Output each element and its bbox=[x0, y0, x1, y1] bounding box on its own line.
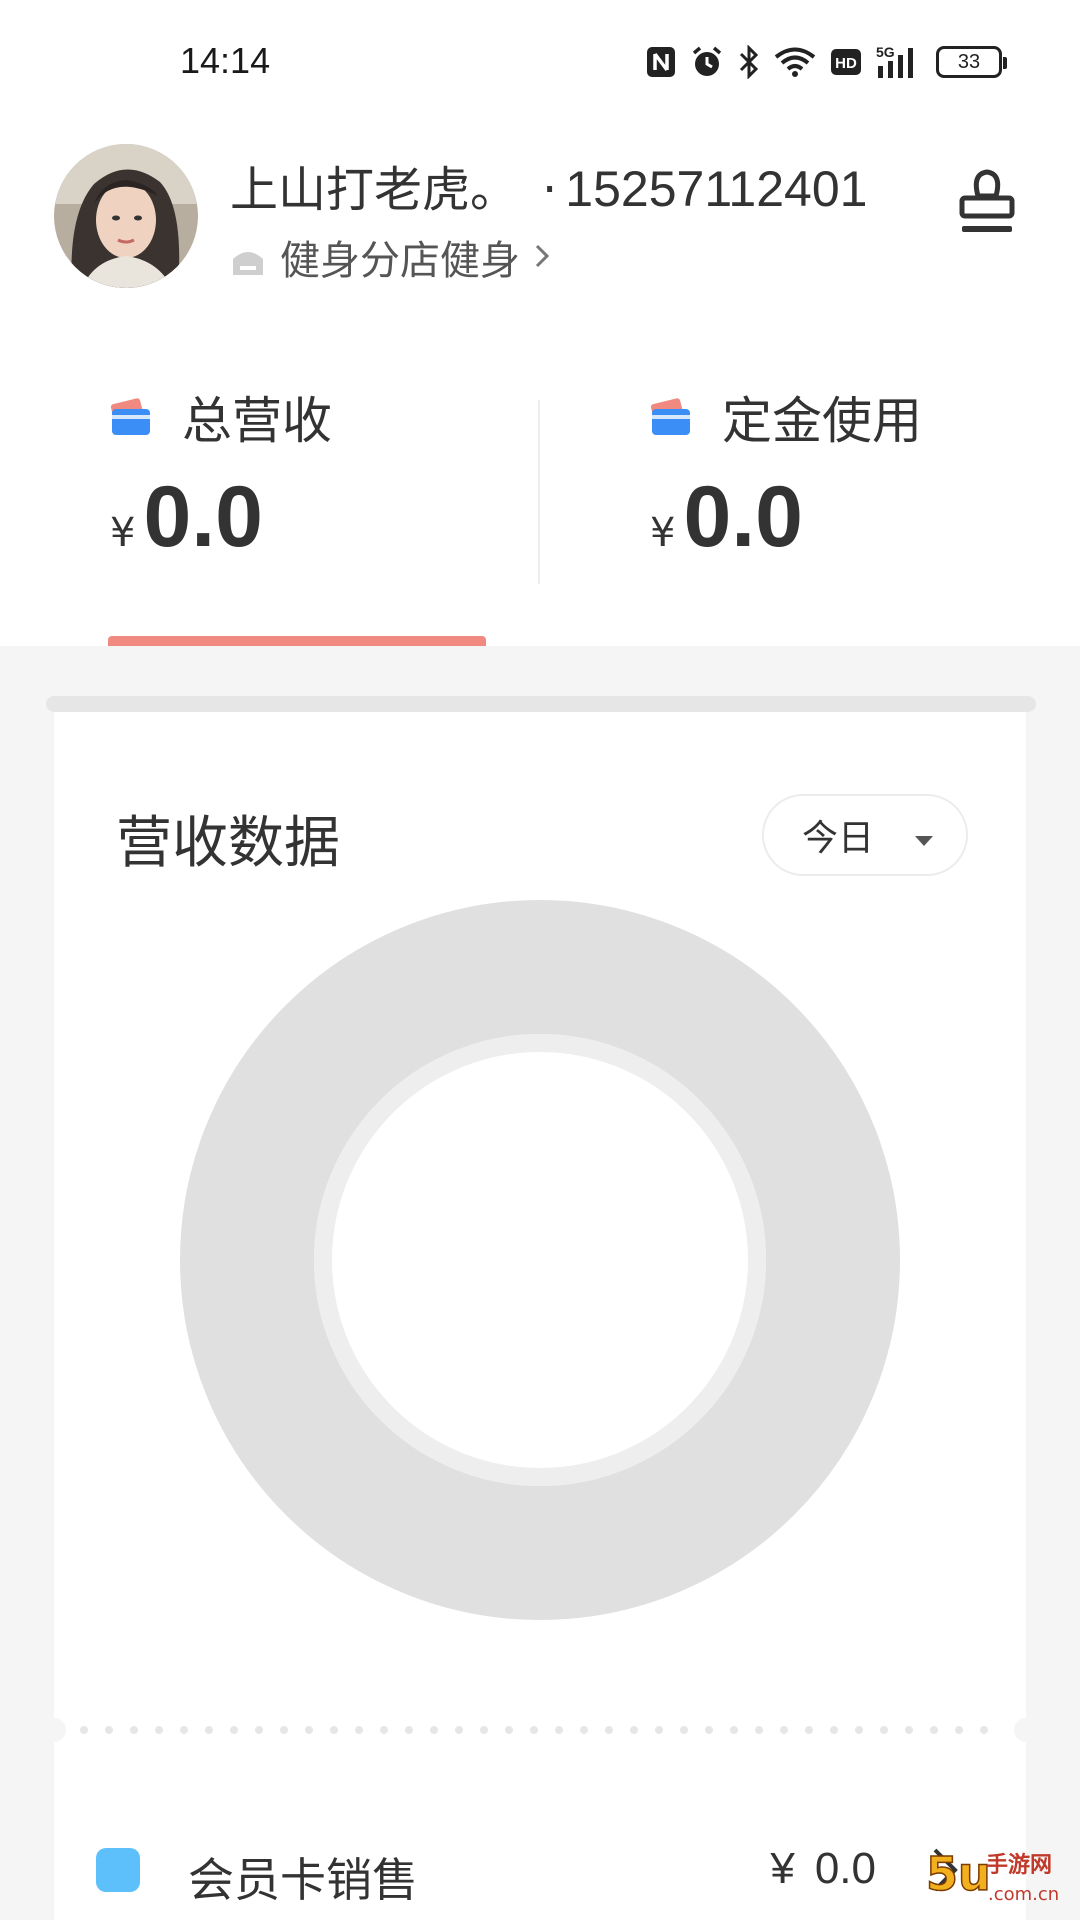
nfc-icon bbox=[646, 46, 676, 78]
divider-notch-right bbox=[1014, 1718, 1038, 1742]
divider-dot bbox=[130, 1726, 138, 1734]
store-selector[interactable]: 健身分店健身 bbox=[230, 228, 550, 286]
user-name: 上山打老虎。 bbox=[230, 162, 519, 218]
bluetooth-icon bbox=[738, 45, 760, 79]
chevron-right-icon bbox=[534, 234, 550, 280]
avatar[interactable] bbox=[54, 144, 198, 288]
status-time: 14:14 bbox=[180, 40, 271, 81]
divider-dot bbox=[805, 1726, 813, 1734]
divider-dot bbox=[705, 1726, 713, 1734]
row-amount: 0.0 bbox=[814, 1844, 876, 1893]
stat-deposit-usage[interactable]: 定金使用 ¥ 0.0 bbox=[650, 370, 1080, 570]
stat-label: 总营收 bbox=[182, 392, 332, 450]
currency-symbol: ¥ bbox=[770, 1844, 795, 1893]
user-phone: 15257112401 bbox=[565, 161, 868, 217]
divider-dot bbox=[455, 1726, 463, 1734]
divider-dot bbox=[605, 1726, 613, 1734]
list-item[interactable]: 会员卡销售 ¥ 0.0 bbox=[54, 1822, 1026, 1912]
stat-label: 定金使用 bbox=[722, 392, 922, 450]
divider-dot bbox=[755, 1726, 763, 1734]
dotted-divider bbox=[42, 1716, 1038, 1744]
currency-symbol: ¥ bbox=[650, 510, 676, 556]
divider-notch-left bbox=[42, 1718, 66, 1742]
stat-total-revenue[interactable]: 总营收 ¥ 0.0 bbox=[110, 370, 550, 570]
svg-text:手游网: 手游网 bbox=[986, 1852, 1052, 1878]
legend-swatch bbox=[96, 1848, 140, 1892]
divider-dot bbox=[980, 1726, 988, 1734]
svg-text:.com.cn: .com.cn bbox=[988, 1884, 1059, 1905]
store-icon bbox=[230, 241, 266, 275]
donut-inner-ring bbox=[314, 1034, 766, 1486]
divider-dot bbox=[405, 1726, 413, 1734]
divider-dot bbox=[280, 1726, 288, 1734]
alarm-icon bbox=[690, 45, 724, 79]
divider-dot bbox=[830, 1726, 838, 1734]
card-icon bbox=[650, 397, 692, 437]
card-title: 营收数据 bbox=[116, 811, 340, 876]
card-icon bbox=[110, 397, 152, 437]
card-top-edge bbox=[46, 696, 1036, 712]
divider-dot bbox=[505, 1726, 513, 1734]
divider-dot bbox=[480, 1726, 488, 1734]
wifi-icon bbox=[774, 46, 816, 78]
signal-5g-icon: 5G bbox=[876, 44, 922, 80]
divider-dot bbox=[105, 1726, 113, 1734]
screen: 14:14 HD 5G 33 上山打老虎。 · 15257112401 健身分店… bbox=[0, 0, 1080, 1920]
watermark-logo: 5u 手游网 .com.cn bbox=[924, 1842, 1074, 1912]
divider-dot bbox=[205, 1726, 213, 1734]
range-selected: 今日 bbox=[802, 818, 875, 859]
divider-dot bbox=[955, 1726, 963, 1734]
store-name: 健身分店健身 bbox=[280, 238, 520, 284]
svg-text:5u: 5u bbox=[926, 1847, 991, 1901]
divider-dot bbox=[155, 1726, 163, 1734]
divider-dot bbox=[305, 1726, 313, 1734]
donut-chart bbox=[180, 900, 900, 1620]
hd-badge-text: HD bbox=[835, 55, 857, 72]
divider-dot bbox=[330, 1726, 338, 1734]
range-dropdown[interactable]: 今日 bbox=[762, 794, 968, 876]
profile-header: 上山打老虎。 · 15257112401 健身分店健身 bbox=[0, 140, 1080, 300]
name-row: 上山打老虎。 · 15257112401 bbox=[230, 150, 867, 220]
divider-dot bbox=[230, 1726, 238, 1734]
divider-dot bbox=[355, 1726, 363, 1734]
divider-dot bbox=[255, 1726, 263, 1734]
divider-dot bbox=[680, 1726, 688, 1734]
divider-dot bbox=[855, 1726, 863, 1734]
divider-dot bbox=[630, 1726, 638, 1734]
caret-down-icon bbox=[914, 815, 934, 856]
divider-dot bbox=[730, 1726, 738, 1734]
divider-dot bbox=[930, 1726, 938, 1734]
stat-value: 0.0 bbox=[683, 469, 804, 565]
stat-value: 0.0 bbox=[143, 469, 264, 565]
divider-dot bbox=[905, 1726, 913, 1734]
stamp-icon[interactable] bbox=[956, 166, 1018, 240]
revenue-card: 营收数据 今日 会员卡销售 ¥ 0.0 bbox=[42, 712, 1038, 1920]
divider-dot bbox=[180, 1726, 188, 1734]
divider-dot bbox=[580, 1726, 588, 1734]
row-label: 会员卡销售 bbox=[188, 1853, 418, 1907]
status-bar: 14:14 HD 5G 33 bbox=[0, 0, 1080, 120]
name-separator: · bbox=[542, 162, 558, 218]
row-value: ¥ 0.0 bbox=[770, 1844, 876, 1894]
divider-dot bbox=[655, 1726, 663, 1734]
stats-panel: 总营收 ¥ 0.0 定金使用 ¥ 0.0 bbox=[0, 370, 1080, 570]
battery-icon: 33 bbox=[936, 46, 1007, 78]
network-text: 5G bbox=[876, 44, 895, 60]
hd-icon: HD bbox=[830, 48, 862, 76]
battery-level: 33 bbox=[957, 50, 981, 73]
divider-dot bbox=[530, 1726, 538, 1734]
divider-dot bbox=[430, 1726, 438, 1734]
divider-dot bbox=[780, 1726, 788, 1734]
stat-divider bbox=[538, 400, 540, 584]
divider-dot bbox=[380, 1726, 388, 1734]
divider-dot bbox=[80, 1726, 88, 1734]
currency-symbol: ¥ bbox=[110, 510, 136, 556]
divider-dot bbox=[555, 1726, 563, 1734]
donut-ring bbox=[180, 900, 900, 1620]
divider-dot bbox=[880, 1726, 888, 1734]
status-icons: HD 5G 33 bbox=[646, 40, 1007, 84]
